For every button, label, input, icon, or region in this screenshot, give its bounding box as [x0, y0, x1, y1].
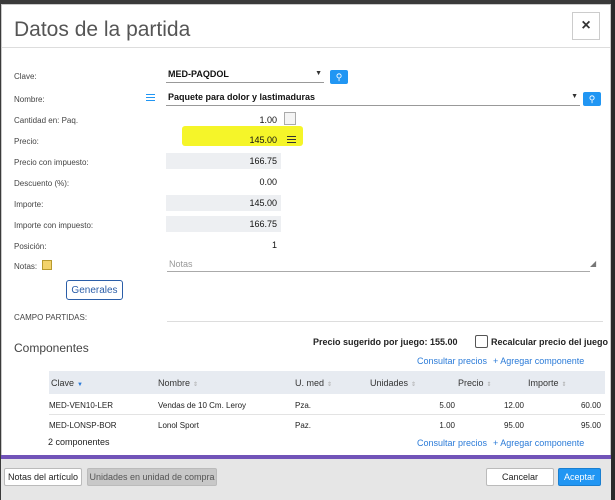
cell-importe: 95.00: [580, 421, 601, 430]
label-precio: Precio:: [14, 137, 39, 146]
cell-nombre: Vendas de 10 Cm. Leroy: [158, 401, 247, 410]
label-nombre: Nombre:: [14, 95, 45, 104]
cell-unidades: 5.00: [439, 401, 455, 410]
recalc-checkbox[interactable]: [475, 335, 488, 348]
chevron-down-icon: ▼: [315, 70, 322, 77]
column-header-label: U. med: [295, 378, 325, 388]
label-posicion: Posición:: [14, 242, 47, 251]
cell-importe: 60.00: [580, 401, 601, 410]
components-title: Componentes: [14, 341, 89, 355]
search-icon: ⚲: [588, 93, 596, 104]
notes-icon[interactable]: [42, 260, 52, 270]
label-precio-impuesto: Precio con impuesto:: [14, 158, 89, 167]
search-icon: ⚲: [335, 71, 343, 82]
cell-precio: 95.00: [503, 421, 524, 430]
sort-desc-icon: ▼: [77, 382, 83, 388]
column-header-label: Importe: [528, 378, 559, 388]
column-header-precio[interactable]: Precio ⇕: [458, 378, 492, 388]
precio-menu-icon[interactable]: [287, 136, 296, 143]
column-header-nombre[interactable]: Nombre ⇕: [158, 378, 198, 388]
sort-icon: ⇕: [486, 382, 492, 388]
descuento-input[interactable]: 0.00: [166, 174, 281, 190]
label-clave: Clave:: [14, 72, 37, 81]
components-count: 2 componentes: [48, 437, 110, 447]
dialog-footer: Notas del artículo Unidades en unidad de…: [1, 459, 611, 500]
clave-value: MED-PAQDOL: [168, 69, 229, 79]
label-importe: Importe:: [14, 200, 44, 209]
label-descuento: Descuento (%):: [14, 179, 70, 188]
recalc-label: Recalcular precio del juego: [491, 337, 609, 347]
precio-input[interactable]: 145.00: [166, 132, 281, 148]
cell-clave: MED-LONSP-BOR: [49, 421, 117, 430]
consultar-precios-link[interactable]: Consultar precios: [417, 356, 487, 366]
column-header-umed[interactable]: U. med ⇕: [295, 378, 332, 388]
notas-articulo-button[interactable]: Notas del artículo: [4, 468, 82, 486]
importe-field: 145.00: [166, 195, 281, 211]
nombre-select[interactable]: Paquete para dolor y lastimaduras ▼: [166, 90, 580, 106]
label-importe-impuesto: Importe con impuesto:: [14, 221, 94, 230]
section-divider: [167, 321, 603, 322]
importe-impuesto-field: 166.75: [166, 216, 281, 232]
partida-dialog: Datos de la partida × Clave: Nombre: Can…: [1, 4, 611, 459]
resize-handle-icon[interactable]: ◢: [590, 259, 596, 268]
suggested-price: Precio sugerido por juego: 155.00: [313, 337, 458, 347]
nombre-search-button[interactable]: ⚲: [583, 92, 601, 106]
cell-precio: 12.00: [503, 401, 524, 410]
column-header-unidades[interactable]: Unidades ⇕: [370, 378, 416, 388]
row-divider: [49, 414, 605, 415]
nombre-menu-icon[interactable]: [146, 94, 155, 101]
column-header-label: Unidades: [370, 378, 409, 388]
unidades-compra-button[interactable]: Unidades en unidad de compra: [87, 468, 217, 486]
sort-icon: ⇕: [561, 382, 567, 388]
notas-textarea[interactable]: Notas: [167, 259, 590, 272]
dialog-title: Datos de la partida: [14, 18, 191, 41]
generales-button[interactable]: Generales: [66, 280, 123, 300]
close-button[interactable]: ×: [572, 12, 600, 40]
clave-search-button[interactable]: ⚲: [330, 70, 348, 84]
cell-clave: MED-VEN10-LER: [49, 401, 114, 410]
label-campo-partidas: CAMPO PARTIDAS:: [14, 313, 88, 322]
accept-button[interactable]: Aceptar: [558, 468, 601, 486]
label-notas: Notas:: [14, 262, 38, 271]
background-edge: [611, 0, 615, 500]
sort-icon: ⇕: [327, 382, 333, 388]
label-cantidad: Cantidad en: Paq.: [14, 116, 79, 125]
clave-select[interactable]: MED-PAQDOL ▼: [166, 67, 324, 83]
precio-impuesto-field: 166.75: [166, 153, 281, 169]
nombre-value: Paquete para dolor y lastimaduras: [168, 92, 316, 102]
column-header-label: Nombre: [158, 378, 191, 388]
posicion-input[interactable]: 1: [166, 237, 281, 253]
sort-icon: ⇕: [411, 382, 417, 388]
cell-umed: Paz.: [295, 421, 312, 430]
cell-unidades: 1.00: [439, 421, 455, 430]
agregar-componente-link[interactable]: + Agregar componente: [493, 356, 584, 366]
cell-umed: Pza.: [295, 401, 312, 410]
column-header-label: Clave: [51, 378, 75, 388]
header-divider: [2, 47, 610, 48]
column-header-label: Precio: [458, 378, 484, 388]
sort-icon: ⇕: [193, 382, 199, 388]
column-header-importe[interactable]: Importe ⇕: [528, 378, 567, 388]
calculator-icon[interactable]: [284, 112, 296, 125]
cancel-button[interactable]: Cancelar: [486, 468, 554, 486]
chevron-down-icon: ▼: [571, 93, 578, 100]
cell-nombre: Lonol Sport: [158, 421, 199, 430]
agregar-componente-link-bottom[interactable]: + Agregar componente: [493, 438, 584, 448]
column-header-clave[interactable]: Clave ▼: [51, 378, 83, 388]
consultar-precios-link-bottom[interactable]: Consultar precios: [417, 438, 487, 448]
